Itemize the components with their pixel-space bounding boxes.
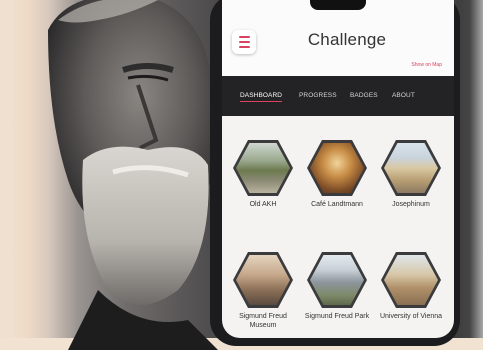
sigmund-freud-park-icon xyxy=(310,255,364,305)
sigmund-freud-museum-icon xyxy=(236,255,290,305)
portrait-photo xyxy=(48,0,218,350)
tile-label: Sigmund Freud Park xyxy=(304,313,370,320)
phone-notch xyxy=(310,0,366,10)
tile-label: University of Vienna xyxy=(379,313,443,320)
tile-label: Sigmund Freud Museum xyxy=(239,313,287,329)
tile-cafe-landtmann[interactable]: Café Landtmann xyxy=(302,140,372,209)
hamburger-icon xyxy=(238,36,250,38)
josephinum-icon xyxy=(384,143,438,193)
university-of-vienna-icon xyxy=(384,255,438,305)
tile-sigmund-freud-park[interactable]: Sigmund Freud Park xyxy=(302,252,372,321)
tab-progress[interactable]: PROGRESS xyxy=(299,92,337,99)
tile-label: Josephinum xyxy=(392,201,430,208)
tile-label: Old AKH xyxy=(249,201,277,208)
app-header: Challenge Show on Map xyxy=(222,0,454,76)
tab-badges[interactable]: BADGES xyxy=(350,92,378,99)
tile-josephinum[interactable]: Josephinum xyxy=(376,140,446,209)
cafe-landtmann-icon xyxy=(310,143,364,193)
app-screen: Challenge Show on Map DASHBOARD PROGRESS… xyxy=(222,0,454,338)
tab-dashboard[interactable]: DASHBOARD xyxy=(240,92,283,102)
show-on-map-link[interactable]: Show on Map xyxy=(411,62,442,68)
menu-button[interactable] xyxy=(232,30,256,54)
tab-about[interactable]: ABOUT xyxy=(392,92,415,99)
tile-university-of-vienna[interactable]: University of Vienna xyxy=(376,252,446,321)
tile-old-akh[interactable]: Old AKH xyxy=(228,140,298,209)
tile-label: Café Landtmann xyxy=(311,201,363,208)
tile-sigmund-freud-museum[interactable]: Sigmund Freud Museum xyxy=(228,252,298,330)
tab-bar: DASHBOARD PROGRESS BADGES ABOUT xyxy=(222,76,454,116)
page-title: Challenge xyxy=(307,30,387,49)
old-akh-icon xyxy=(236,143,290,193)
background-left-strip xyxy=(0,0,12,338)
